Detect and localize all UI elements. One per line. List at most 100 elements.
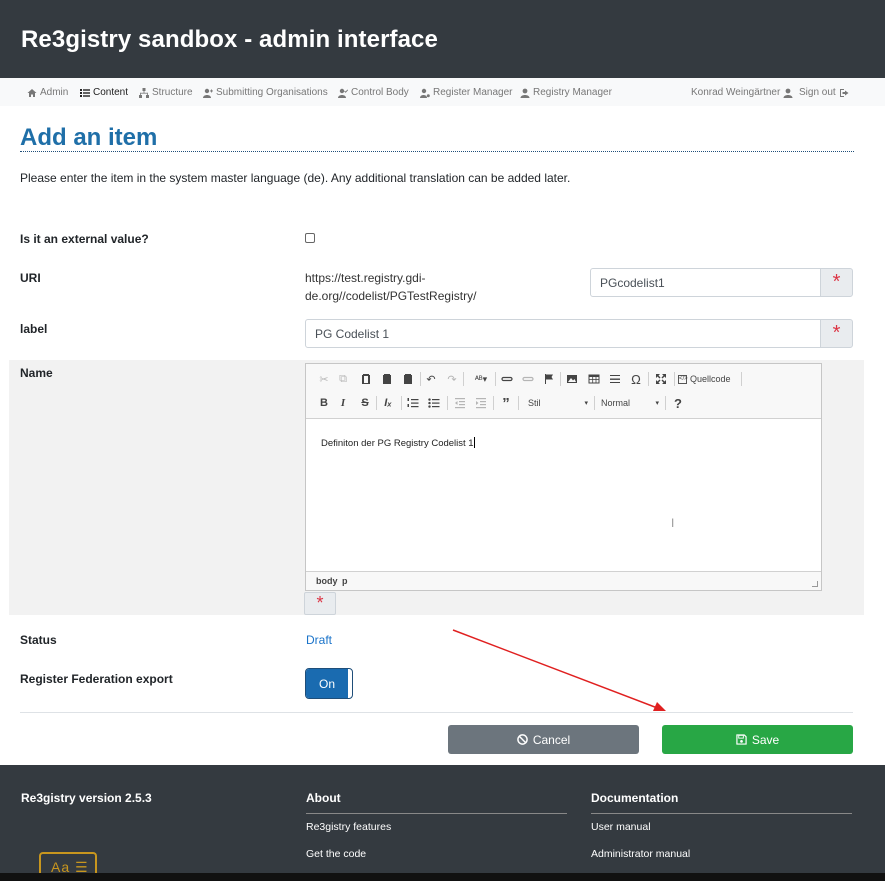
page-intro: Please enter the item in the system mast… xyxy=(20,171,571,185)
paste-word-icon[interactable] xyxy=(400,371,416,387)
nav-item-admin[interactable]: Admin xyxy=(27,87,68,98)
footer-link-get-code[interactable]: Get the code xyxy=(306,848,366,860)
remove-format-icon[interactable]: Iₓ xyxy=(380,395,396,411)
link-icon[interactable] xyxy=(499,371,515,387)
uri-base-text: https://test.registry.gdi-de.org//codeli… xyxy=(305,271,477,303)
uri-label: URI xyxy=(20,271,41,285)
format-select[interactable]: Normal ▾ xyxy=(598,395,662,411)
style-select-value: Stil xyxy=(528,398,541,408)
resize-handle-icon[interactable] xyxy=(812,581,818,587)
table-icon[interactable] xyxy=(586,371,602,387)
nav-label: Control Body xyxy=(351,87,409,98)
bold-icon[interactable]: B xyxy=(316,395,332,411)
toolbar-separator xyxy=(376,396,377,410)
strikethrough-icon[interactable]: S xyxy=(357,395,373,411)
nav-user[interactable]: Konrad Weingärtner xyxy=(691,87,793,98)
external-value-checkbox[interactable] xyxy=(305,233,315,243)
save-button[interactable]: Save xyxy=(662,725,853,754)
rich-text-editor: ✂ ⧉ ↶ ↷ ᴬᴮ▾ Ω </> Quellcode B I S Iₓ ” S… xyxy=(305,363,822,591)
uri-required-indicator: * xyxy=(820,268,853,297)
numbered-list-icon[interactable] xyxy=(405,395,421,411)
main-nav: Admin Content Structure Submitting Organ… xyxy=(0,78,885,106)
chevron-down-icon: ▾ xyxy=(584,400,588,407)
element-path-p[interactable]: p xyxy=(342,576,348,586)
style-select[interactable]: Stil ▾ xyxy=(525,395,591,411)
sign-out-icon xyxy=(839,88,849,97)
blockquote-icon[interactable]: ” xyxy=(498,395,514,412)
text-caret xyxy=(473,437,475,448)
toolbar-separator xyxy=(401,396,402,410)
editor-toolbar: ✂ ⧉ ↶ ↷ ᴬᴮ▾ Ω </> Quellcode B I S Iₓ ” S… xyxy=(306,364,821,419)
required-asterisk-icon: * xyxy=(832,271,841,293)
footer-link-user-manual[interactable]: User manual xyxy=(591,821,651,833)
toolbar-separator xyxy=(447,396,448,410)
footer-divider xyxy=(591,813,852,814)
toolbar-separator xyxy=(463,372,464,386)
status-value: Draft xyxy=(306,633,333,647)
undo-icon[interactable]: ↶ xyxy=(423,371,439,387)
nav-user-name: Konrad Weingärtner xyxy=(691,87,781,98)
element-path-body[interactable]: body xyxy=(316,576,338,586)
label-input[interactable]: PG Codelist 1 xyxy=(305,319,821,348)
bulleted-list-icon[interactable] xyxy=(426,395,442,411)
help-icon[interactable]: ? xyxy=(670,395,686,411)
nav-signout[interactable]: Sign out xyxy=(799,87,849,98)
toggle-on-label: On xyxy=(306,669,348,698)
chevron-down-icon: ▾ xyxy=(655,400,659,407)
horizontal-line-icon[interactable] xyxy=(607,371,623,387)
user-plus-icon xyxy=(203,88,213,98)
uri-input[interactable]: PGcodelist1 xyxy=(590,268,821,297)
maximize-icon[interactable] xyxy=(653,371,669,387)
nav-item-submitting-organisations[interactable]: Submitting Organisations xyxy=(203,87,328,98)
footer-divider xyxy=(306,813,567,814)
user-cog-icon xyxy=(420,88,430,98)
sitemap-icon xyxy=(139,87,149,98)
anchor-flag-icon[interactable] xyxy=(541,371,557,387)
source-button[interactable]: </> Quellcode xyxy=(678,371,738,387)
save-button-label: Save xyxy=(751,732,780,747)
toolbar-separator xyxy=(648,372,649,386)
format-select-value: Normal xyxy=(601,398,631,408)
list-icon xyxy=(80,88,90,97)
label-required-indicator: * xyxy=(820,319,853,348)
special-char-icon[interactable]: Ω xyxy=(628,371,644,387)
cut-icon[interactable]: ✂ xyxy=(316,371,332,387)
federation-toggle[interactable]: On xyxy=(305,668,353,699)
federation-label: Register Federation export xyxy=(20,672,173,686)
label-field-label: label xyxy=(20,322,48,336)
footer-link-admin-manual[interactable]: Administrator manual xyxy=(591,848,690,860)
editor-content[interactable]: Definiton der PG Registry Codelist 1 xyxy=(321,437,475,449)
paste-text-icon[interactable] xyxy=(379,371,395,387)
nav-label: Submitting Organisations xyxy=(216,87,328,98)
toolbar-separator xyxy=(493,396,494,410)
spellcheck-icon[interactable]: ᴬᴮ▾ xyxy=(470,371,492,387)
nav-item-content[interactable]: Content xyxy=(80,87,128,98)
indent-icon[interactable] xyxy=(473,395,489,411)
text-cursor-icon: I xyxy=(671,516,675,530)
status-label: Status xyxy=(20,633,57,647)
unlink-icon[interactable] xyxy=(520,371,536,387)
nav-item-structure[interactable]: Structure xyxy=(139,87,193,98)
nav-item-register-manager[interactable]: Register Manager xyxy=(420,87,512,98)
user-tie-icon xyxy=(520,88,530,98)
cancel-button-label: Cancel xyxy=(532,732,571,747)
cancel-button[interactable]: Cancel xyxy=(448,725,639,754)
page-title: Add an item xyxy=(20,124,158,151)
page-footer: Re3gistry version 2.5.3 About Re3gistry … xyxy=(0,765,885,881)
source-button-label: Quellcode xyxy=(690,374,731,384)
redo-icon[interactable]: ↷ xyxy=(444,371,460,387)
form-divider xyxy=(20,712,853,713)
footer-link-features[interactable]: Re3gistry features xyxy=(306,821,391,833)
home-icon xyxy=(27,88,37,97)
nav-label: Admin xyxy=(40,87,69,98)
image-icon[interactable] xyxy=(564,371,580,387)
title-divider xyxy=(20,151,854,152)
nav-item-control-body[interactable]: Control Body xyxy=(338,87,409,98)
italic-icon[interactable]: I xyxy=(335,395,351,411)
nav-label: Registry Manager xyxy=(533,87,612,98)
outdent-icon[interactable] xyxy=(452,395,468,411)
nav-item-registry-manager[interactable]: Registry Manager xyxy=(520,87,612,98)
paste-icon[interactable] xyxy=(358,371,374,387)
copy-icon[interactable]: ⧉ xyxy=(335,371,351,387)
ban-icon xyxy=(516,734,528,745)
